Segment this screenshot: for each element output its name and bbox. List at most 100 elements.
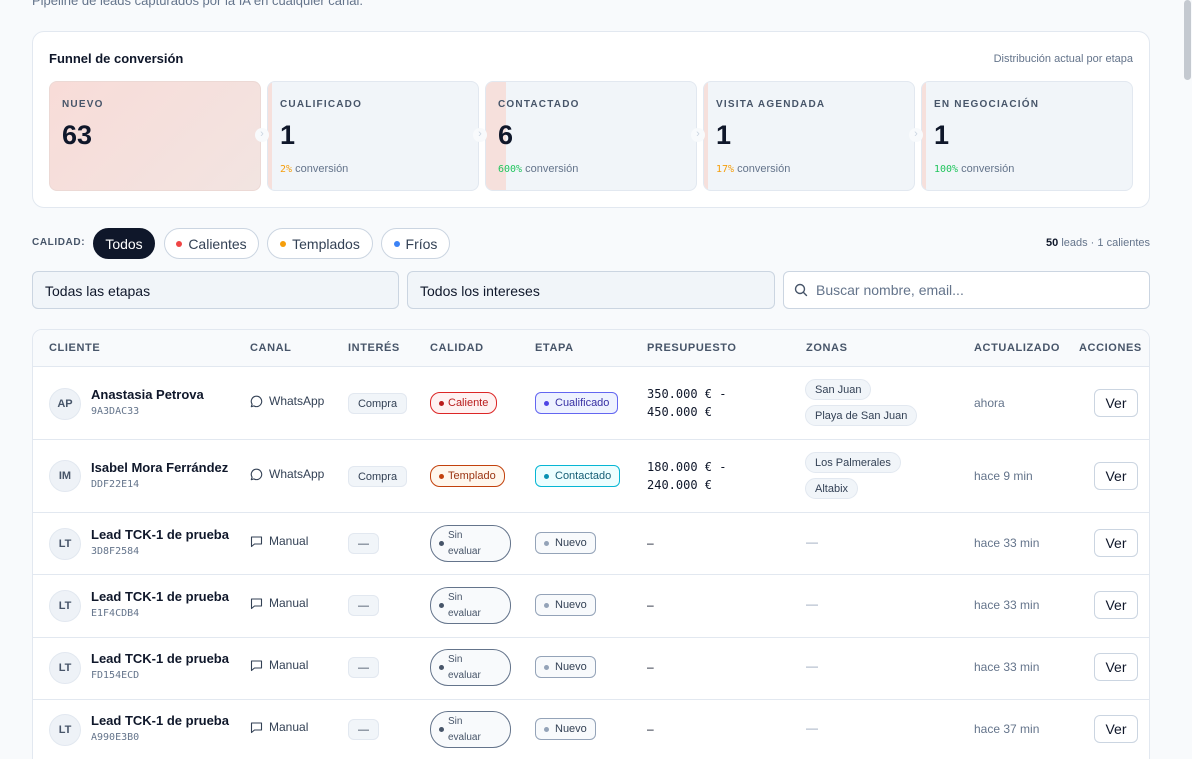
table-header: CLIENTE CANAL INTERÉS CALIDAD ETAPA PRES… xyxy=(33,330,1149,367)
stage-count: 6 xyxy=(498,120,514,150)
presupuesto-min: 180.000 € - xyxy=(647,460,727,474)
funnel-stage-nuevo[interactable]: NUEVO 63 xyxy=(49,81,261,191)
interes-chip: — xyxy=(348,719,379,740)
ver-button[interactable]: Ver xyxy=(1094,462,1138,490)
header-presupuesto[interactable]: PRESUPUESTO xyxy=(647,342,737,354)
calidad-label: Caliente xyxy=(448,397,489,409)
lead-code: DDF22E14 xyxy=(91,479,140,490)
canal-label: Manual xyxy=(269,658,309,672)
funnel-stage-en-negociacion[interactable]: EN NEGOCIACIÓN 1 100% conversión xyxy=(921,81,1133,191)
canal: Manual xyxy=(250,658,308,672)
dot-icon xyxy=(439,727,444,732)
ver-button[interactable]: Ver xyxy=(1094,715,1138,743)
header-actualizado[interactable]: ACTUALIZADO xyxy=(974,342,1060,354)
stage-label: CUALIFICADO xyxy=(280,99,363,110)
stage-count: 1 xyxy=(280,120,296,150)
interes-chip: — xyxy=(348,595,379,616)
etapa-label: Nuevo xyxy=(555,537,587,549)
ver-button[interactable]: Ver xyxy=(1094,653,1138,681)
canal-label: WhatsApp xyxy=(269,394,325,408)
avatar: LT xyxy=(49,652,81,684)
dot-icon xyxy=(439,541,444,546)
table-row[interactable]: LT Lead TCK-1 de prueba E1F4CDB4 Manual … xyxy=(33,575,1149,638)
table-row[interactable]: LT Lead TCK-1 de prueba FD154ECD Manual … xyxy=(33,638,1149,700)
dot-icon xyxy=(544,400,549,406)
header-acciones: ACCIONES xyxy=(1079,342,1142,354)
scrollbar[interactable] xyxy=(1184,0,1191,80)
presupuesto-min: 350.000 € - xyxy=(647,387,727,401)
zonas-empty: — xyxy=(806,535,818,549)
header-zonas[interactable]: ZONAS xyxy=(806,342,848,354)
lead-name[interactable]: Lead TCK-1 de prueba xyxy=(91,651,229,666)
table-row[interactable]: AP Anastasia Petrova 9A3DAC33 WhatsApp C… xyxy=(33,367,1149,440)
search-icon xyxy=(794,283,808,297)
header-cliente[interactable]: CLIENTE xyxy=(49,342,100,354)
conversion-pct: 17% xyxy=(716,164,735,175)
dot-icon xyxy=(544,540,549,546)
lead-name[interactable]: Isabel Mora Ferrández xyxy=(91,460,228,475)
canal-label: Manual xyxy=(269,720,309,734)
lead-name[interactable]: Lead TCK-1 de prueba xyxy=(91,713,229,728)
presupuesto-max: 240.000 € xyxy=(647,478,713,492)
interes-chip: — xyxy=(348,657,379,678)
filter-pill-frios[interactable]: Fríos xyxy=(381,228,450,259)
interest-select[interactable]: Todos los intereses xyxy=(407,271,775,309)
conversion-pct: 2% xyxy=(280,164,293,175)
table-row[interactable]: LT Lead TCK-1 de prueba 3D8F2584 Manual … xyxy=(33,513,1149,575)
filter-pill-todos[interactable]: Todos xyxy=(93,228,155,259)
search-input[interactable] xyxy=(816,282,1136,298)
lead-name[interactable]: Anastasia Petrova xyxy=(91,387,204,402)
stage-conversion: 100% conversión xyxy=(934,163,1014,175)
zona-chip: San Juan xyxy=(805,379,872,400)
header-calidad[interactable]: CALIDAD xyxy=(430,342,484,354)
header-canal[interactable]: CANAL xyxy=(250,342,292,354)
etapa-label: Nuevo xyxy=(555,661,587,673)
calidad-label: Sin evaluar xyxy=(448,529,481,557)
zonas-empty: — xyxy=(806,597,818,611)
stage-label: CONTACTADO xyxy=(498,99,580,110)
avatar: LT xyxy=(49,714,81,746)
search-box[interactable] xyxy=(783,271,1150,309)
header-interes[interactable]: INTERÉS xyxy=(348,342,400,354)
zonas-empty: — xyxy=(806,659,818,673)
etapa-badge: Nuevo xyxy=(535,594,596,616)
presupuesto: – xyxy=(647,598,654,612)
filter-pill-templados[interactable]: Templados xyxy=(267,228,373,259)
interes-chip: Compra xyxy=(348,393,407,414)
canal: WhatsApp xyxy=(250,467,324,481)
lead-name[interactable]: Lead TCK-1 de prueba xyxy=(91,589,229,604)
calidad-badge: Sin evaluar xyxy=(430,587,511,624)
funnel-stage-contactado[interactable]: CONTACTADO 6 600% conversión xyxy=(485,81,697,191)
presupuesto: 350.000 € - 450.000 € xyxy=(647,385,726,421)
header-etapa[interactable]: ETAPA xyxy=(535,342,574,354)
chevron-right-icon: › xyxy=(691,128,705,142)
message-square-icon xyxy=(250,597,263,609)
stage-select[interactable]: Todas las etapas xyxy=(32,271,399,309)
message-square-icon xyxy=(250,535,263,547)
table-row[interactable]: LT Lead TCK-1 de prueba A990E3B0 Manual … xyxy=(33,700,1149,759)
stage-conversion: 2% conversión xyxy=(280,163,348,175)
presupuesto-max: 450.000 € xyxy=(647,405,713,419)
funnel-title: Funnel de conversión xyxy=(49,51,184,66)
conversion-suffix: conversión xyxy=(961,163,1015,175)
funnel-stage-cualificado[interactable]: CUALIFICADO 1 2% conversión xyxy=(267,81,479,191)
etapa-label: Contactado xyxy=(555,470,612,482)
funnel-stage-visita-agendada[interactable]: VISITA AGENDADA 1 17% conversión xyxy=(703,81,915,191)
ver-button[interactable]: Ver xyxy=(1094,529,1138,557)
pill-label: Calientes xyxy=(188,235,247,252)
dot-icon xyxy=(544,473,549,479)
ver-button[interactable]: Ver xyxy=(1094,591,1138,619)
chat-bubble-icon xyxy=(250,468,263,480)
dot-icon xyxy=(176,240,183,247)
message-square-icon xyxy=(250,659,263,671)
stage-count: 63 xyxy=(62,120,93,150)
lead-name[interactable]: Lead TCK-1 de prueba xyxy=(91,527,229,542)
dot-icon xyxy=(544,664,549,670)
dot-icon xyxy=(280,240,287,247)
ver-button[interactable]: Ver xyxy=(1094,389,1138,417)
filter-pill-calientes[interactable]: Calientes xyxy=(164,228,259,259)
etapa-label: Cualificado xyxy=(555,397,610,409)
presupuesto: – xyxy=(647,722,654,736)
stage-label: EN NEGOCIACIÓN xyxy=(934,99,1040,110)
table-row[interactable]: IM Isabel Mora Ferrández DDF22E14 WhatsA… xyxy=(33,440,1149,513)
